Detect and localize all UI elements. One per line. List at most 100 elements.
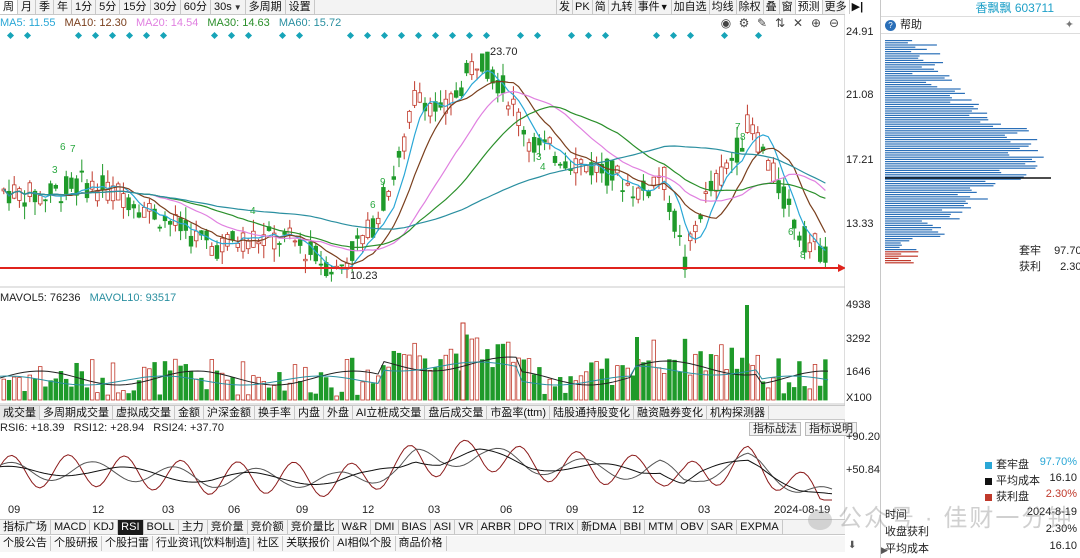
indicator-bid-amount[interactable]: 竞价额 (248, 520, 288, 535)
volume-bar (453, 353, 459, 401)
volume-bar (485, 349, 490, 401)
volume-bar (745, 305, 749, 400)
candle-body (323, 262, 329, 277)
candle-body (84, 183, 90, 199)
volume-bar (105, 394, 110, 401)
tab-industry-news[interactable]: 行业资讯[饮料制造] (153, 536, 255, 551)
volume-bar (807, 388, 812, 401)
chip-bar (885, 262, 914, 264)
chip-bar (885, 81, 927, 83)
chip-bar (885, 183, 996, 185)
collapse-right-icon[interactable]: ▶| (848, 0, 866, 14)
collapse-icon[interactable]: ▶ (881, 545, 888, 556)
tab-outer[interactable]: 外盘 (324, 406, 353, 420)
tab-pe-ttm[interactable]: 市盈率(ttm) (487, 406, 551, 420)
volume-bar (401, 354, 407, 401)
tab-institution[interactable]: 机构探测器 (707, 406, 770, 420)
indicator-vr[interactable]: VR (455, 520, 478, 535)
indicator-mtm[interactable]: MTM (645, 520, 678, 535)
volume-bar (578, 375, 584, 401)
mavol10-label: MAVOL10: 93517 (89, 292, 177, 304)
candle-body (193, 230, 199, 242)
indicator-strategy-button[interactable]: 指标战法 (749, 422, 801, 436)
indicator-bbi[interactable]: BBI (621, 520, 646, 535)
signal-diamond (244, 31, 253, 40)
kline-chart[interactable]: 6 73469347868 23.70 10.23 (0, 0, 845, 520)
tab-multi-period-volume[interactable]: 多周期成交量 (40, 406, 113, 420)
tab-virtual-volume[interactable]: 虚拟成交量 (113, 406, 175, 420)
indicator-kdj[interactable]: KDJ (90, 520, 119, 535)
countdown-digit: 8 (740, 132, 746, 143)
tab-after-hours[interactable]: 盘后成交量 (425, 406, 488, 420)
volume-bar (360, 381, 365, 401)
chip-bar (885, 194, 958, 196)
indicator-bias[interactable]: BIAS (399, 520, 431, 535)
chip-bar (885, 66, 922, 68)
pin-icon[interactable]: ✦ (1065, 17, 1074, 34)
tab-margin[interactable]: 融资融券变化 (634, 406, 708, 420)
info-avg-cost-label: 平均成本 (885, 543, 929, 555)
volume-bar (230, 377, 235, 401)
price-axis-label: 21.08 (846, 89, 874, 101)
chip-bar (885, 64, 935, 66)
tab-inner[interactable]: 内盘 (295, 406, 324, 420)
indicator-dpo[interactable]: DPO (515, 520, 546, 535)
candle-body (677, 235, 682, 237)
candle-body (43, 199, 48, 202)
volume-bar (188, 370, 194, 401)
candle-body (474, 68, 480, 71)
chip-bar (885, 260, 911, 262)
indicator-sar[interactable]: SAR (708, 520, 738, 535)
candle-body (797, 235, 802, 241)
candle-body (786, 198, 792, 205)
candle-body (646, 190, 651, 197)
chip-bar (885, 165, 1038, 167)
indicator-wr[interactable]: W&R (339, 520, 372, 535)
tab-amount[interactable]: 金额 (175, 406, 204, 420)
tab-volume[interactable]: 成交量 (0, 406, 40, 420)
indicator-dmi[interactable]: DMI (371, 520, 399, 535)
tab-northbound[interactable]: 陆股通持股变化 (550, 406, 635, 420)
indicator-bid-volume[interactable]: 竞价量 (208, 520, 248, 535)
indicator-expma[interactable]: EXPMA (737, 520, 783, 535)
volume-indicator-tabs: 成交量 多周期成交量 虚拟成交量 金额 沪深金额 换手率 内盘 外盘 AI立桩成… (0, 405, 845, 420)
chip-bar (885, 95, 950, 97)
indicator-rsi[interactable]: RSI (118, 520, 144, 535)
indicator-bid-ratio[interactable]: 竞价量比 (288, 520, 339, 535)
tab-ai-volume[interactable]: AI立桩成交量 (353, 406, 426, 420)
candle-body (407, 110, 412, 123)
tab-related-quotes[interactable]: 关联报价 (283, 536, 335, 551)
tab-turnover[interactable]: 换手率 (255, 406, 295, 420)
indicator-obv[interactable]: OBV (677, 520, 708, 535)
candle-body (69, 177, 74, 189)
tab-commodity-prices[interactable]: 商品价格 (396, 536, 447, 551)
volume-axis-label: 3292 (846, 333, 871, 345)
countdown-digit: 8 (800, 250, 806, 261)
volume-bar (183, 364, 188, 401)
tab-community[interactable]: 社区 (254, 536, 284, 551)
indicator-arbr[interactable]: ARBR (478, 520, 516, 535)
indicator-macd[interactable]: MACD (51, 520, 91, 535)
download-icon[interactable]: ⬇ (848, 540, 856, 551)
tab-announcements[interactable]: 个股公告 (0, 536, 51, 551)
tab-hs-amount[interactable]: 沪深金额 (204, 406, 255, 420)
signal-diamond (414, 31, 423, 40)
tab-risk-scan[interactable]: 个股扫雷 (102, 536, 153, 551)
tab-ai-similar[interactable]: AI相似个股 (334, 536, 396, 551)
indicator-square[interactable]: 指标广场 (0, 520, 51, 535)
date-axis-label: 03 (698, 504, 711, 516)
indicator-new-dma[interactable]: 新DMA (578, 520, 621, 535)
candle-body (58, 201, 64, 204)
chip-bar (885, 238, 913, 240)
tab-research[interactable]: 个股研报 (51, 536, 102, 551)
indicator-main-force[interactable]: 主力 (179, 520, 208, 535)
indicator-asi[interactable]: ASI (431, 520, 456, 535)
chip-bar (885, 169, 1000, 171)
watermark: 公众号 · 佳财一分钟 (808, 498, 1073, 533)
indicator-trix[interactable]: TRIX (546, 520, 579, 535)
indicator-boll[interactable]: BOLL (144, 520, 179, 535)
volume-bar (672, 359, 677, 401)
signal-diamond (516, 31, 525, 40)
help-bar[interactable]: ? 帮助 ✦ (881, 16, 1080, 34)
indicator-bar: 指标广场 MACD KDJ RSI BOLL 主力 竞价量 竞价额 竞价量比 W… (0, 519, 845, 535)
